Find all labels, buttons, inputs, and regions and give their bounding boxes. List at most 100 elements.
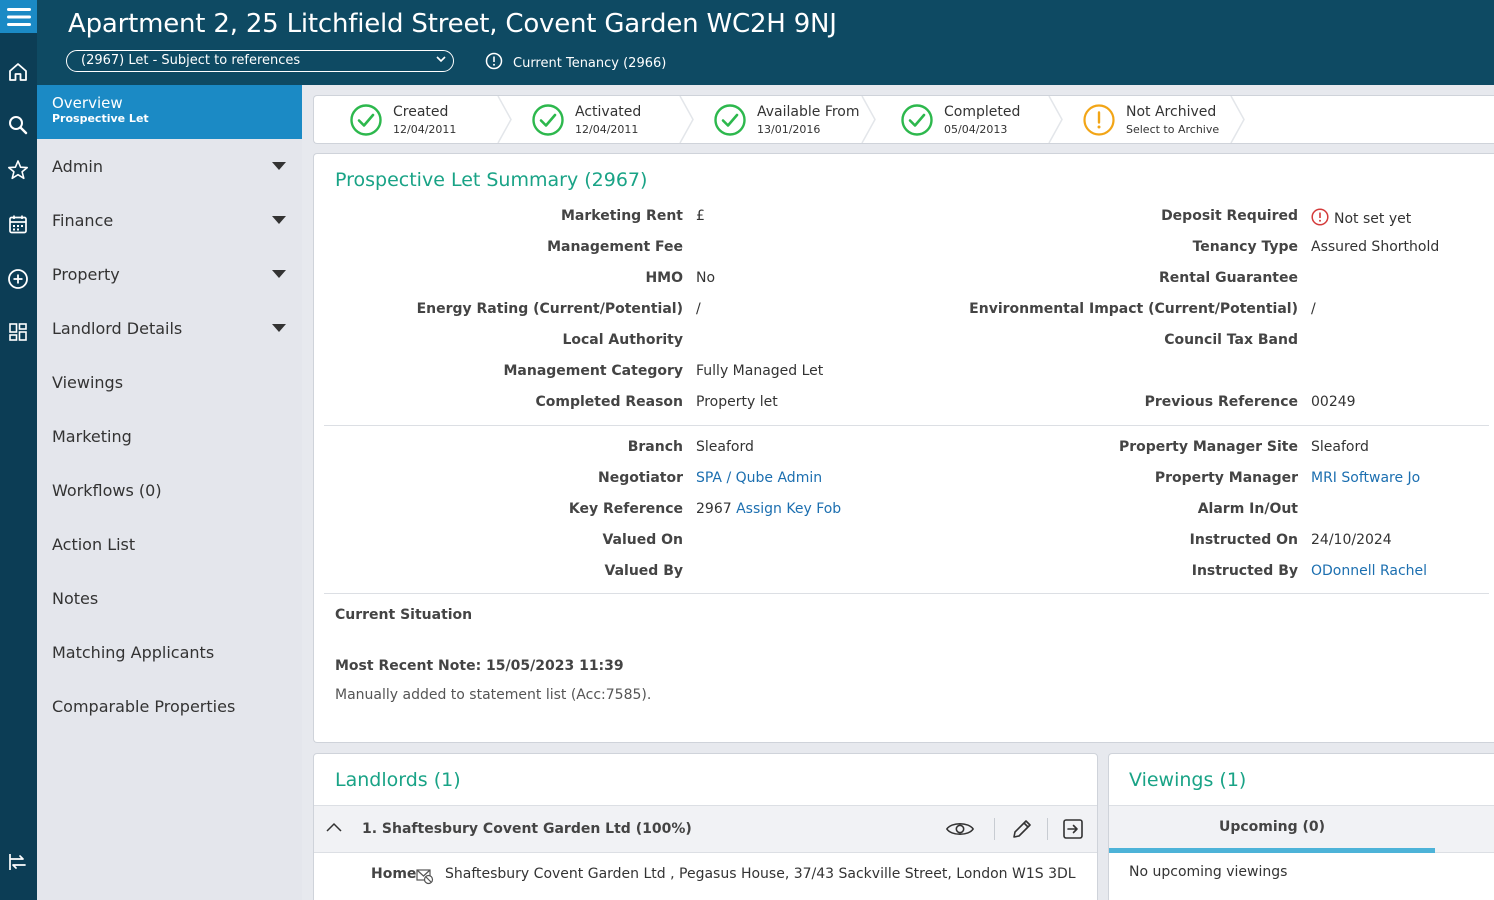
field-text: Sleaford	[696, 439, 754, 455]
sidebar-item-notes[interactable]: Notes	[52, 589, 98, 608]
deposit-required-label: Deposit Required	[1161, 208, 1298, 224]
caret-down-icon[interactable]	[272, 270, 286, 278]
rental-guarantee-label: Rental Guarantee	[1159, 270, 1298, 286]
status-select-value: (2967) Let - Subject to references	[81, 53, 301, 68]
previous-reference-value: 00249	[1311, 394, 1356, 410]
marketing-rent-label: Marketing Rent	[560, 208, 683, 224]
completed-reason-value: Property let	[696, 394, 778, 410]
field-text: 00249	[1311, 394, 1356, 410]
divider	[1047, 818, 1048, 840]
branch-value: Sleaford	[696, 439, 754, 455]
deposit-required-value: Not set yet	[1311, 208, 1411, 230]
tab-active-indicator	[1109, 848, 1435, 853]
add-circle-icon[interactable]	[5, 266, 31, 292]
field-text: 2967	[696, 501, 732, 517]
field-text: Assured Shorthold	[1311, 239, 1440, 255]
negotiator-label: Negotiator	[597, 470, 683, 486]
caret-down-icon[interactable]	[272, 162, 286, 170]
viewings-empty-message: No upcoming viewings	[1129, 864, 1288, 880]
step-separator	[1230, 95, 1246, 144]
instructed-by-value: ODonnell Rachel	[1311, 563, 1427, 579]
sidebar-item-workflows-0[interactable]: Workflows (0)	[52, 481, 162, 500]
step-label: Created	[393, 104, 449, 120]
field-text: /	[1311, 301, 1316, 317]
check-circle-icon	[532, 104, 564, 136]
sidebar-item-sublabel: Prospective Let	[52, 112, 149, 125]
sidebar: Overview Prospective Let Admin Finance Pro…	[37, 85, 302, 900]
edit-pencil-icon[interactable]	[1008, 816, 1036, 842]
info-icon	[485, 52, 503, 74]
landlord-name: 1. Shaftesbury Covent Garden Ltd (100%)	[362, 821, 692, 837]
sidebar-item-action-list[interactable]: Action List	[52, 535, 135, 554]
local-authority-label: Local Authority	[562, 332, 683, 348]
menu-icon[interactable]	[0, 0, 37, 33]
step-separator	[861, 95, 877, 144]
sidebar-item-matching-applicants[interactable]: Matching Applicants	[52, 643, 214, 662]
sidebar-item-finance[interactable]: Finance	[52, 211, 113, 230]
field-text[interactable]: MRI Software Jo	[1311, 470, 1420, 486]
sidebar-item-property[interactable]: Property	[52, 265, 120, 284]
assign-key-fob-link[interactable]: Assign Key Fob	[736, 501, 841, 517]
valued-on-label: Valued On	[602, 532, 683, 548]
open-link-icon[interactable]	[1059, 816, 1087, 842]
step-label: Completed	[944, 104, 1021, 120]
previous-reference-label: Previous Reference	[1144, 394, 1298, 410]
tab-upcoming[interactable]: Upcoming (0)	[1109, 806, 1435, 853]
switch-icon[interactable]	[5, 849, 31, 875]
home-icon[interactable]	[5, 59, 31, 85]
summary-title: Prospective Let Summary (2967)	[335, 169, 648, 191]
tenancy-type-label: Tenancy Type	[1192, 239, 1298, 255]
star-icon[interactable]	[5, 157, 31, 183]
completed-reason-label: Completed Reason	[535, 394, 683, 410]
energy-rating-current-potential-value: /	[696, 301, 701, 317]
status-select[interactable]: (2967) Let - Subject to references	[66, 50, 454, 72]
property-manager-label: Property Manager	[1154, 470, 1298, 486]
step-date: Select to Archive	[1126, 123, 1220, 136]
field-text[interactable]: SPA / Qube Admin	[696, 470, 822, 486]
field-text: /	[696, 301, 701, 317]
chevron-up-icon[interactable]	[326, 821, 342, 837]
calendar-icon[interactable]	[5, 211, 31, 237]
dashboard-icon[interactable]	[5, 319, 31, 345]
sidebar-item-viewings[interactable]: Viewings	[52, 373, 123, 392]
property-address: Apartment 2, 25 Litchfield Street, Coven…	[68, 9, 837, 39]
current-tenancy-link[interactable]: Current Tenancy (2966)	[485, 52, 666, 74]
negotiator-value: SPA / Qube Admin	[696, 470, 822, 486]
tab-upcoming-label: Upcoming (0)	[1218, 819, 1326, 835]
divider	[324, 425, 1489, 426]
check-circle-icon	[350, 104, 382, 136]
branch-label: Branch	[627, 439, 683, 455]
viewings-tabs: Upcoming (0)	[1109, 805, 1494, 853]
sidebar-item-comparable-properties[interactable]: Comparable Properties	[52, 697, 235, 716]
marketing-rent-value: £	[696, 208, 705, 224]
management-category-label: Management Category	[503, 363, 683, 379]
instructed-by-label: Instructed By	[1191, 563, 1298, 579]
sidebar-item-landlord-details[interactable]: Landlord Details	[52, 319, 182, 338]
sidebar-item-marketing[interactable]: Marketing	[52, 427, 132, 446]
caret-down-icon[interactable]	[272, 216, 286, 224]
caret-down-icon[interactable]	[272, 324, 286, 332]
property-manager-site-value: Sleaford	[1311, 439, 1369, 455]
step-label: Not Archived	[1126, 104, 1217, 120]
management-fee-label: Management Fee	[547, 239, 683, 255]
step-date: 05/04/2013	[944, 123, 1008, 136]
landlord-row[interactable]: 1. Shaftesbury Covent Garden Ltd (100%)	[314, 805, 1097, 853]
sidebar-item-overview[interactable]: Overview Prospective Let	[37, 85, 302, 139]
search-icon[interactable]	[5, 112, 31, 138]
field-text: 24/10/2024	[1311, 532, 1392, 548]
field-text: Sleaford	[1311, 439, 1369, 455]
sidebar-item-admin[interactable]: Admin	[52, 157, 103, 176]
summary-card: Prospective Let Summary (2967) Marketing…	[313, 153, 1494, 743]
field-text[interactable]: ODonnell Rachel	[1311, 563, 1427, 579]
step-separator	[679, 95, 695, 144]
viewings-card: Viewings (1) Upcoming (0) No upcoming vi…	[1108, 753, 1494, 900]
view-eye-icon[interactable]	[946, 816, 974, 842]
field-text: Not set yet	[1334, 211, 1412, 227]
step-label: Available From	[757, 104, 860, 120]
check-circle-icon	[714, 104, 746, 136]
recent-note-text: Manually added to statement list (Acc:75…	[335, 687, 652, 703]
field-text: Property let	[696, 394, 778, 410]
viewings-title: Viewings (1)	[1129, 769, 1247, 791]
landlords-card: Landlords (1) 1. Shaftesbury Covent Gard…	[313, 753, 1098, 900]
instructed-on-value: 24/10/2024	[1311, 532, 1392, 548]
